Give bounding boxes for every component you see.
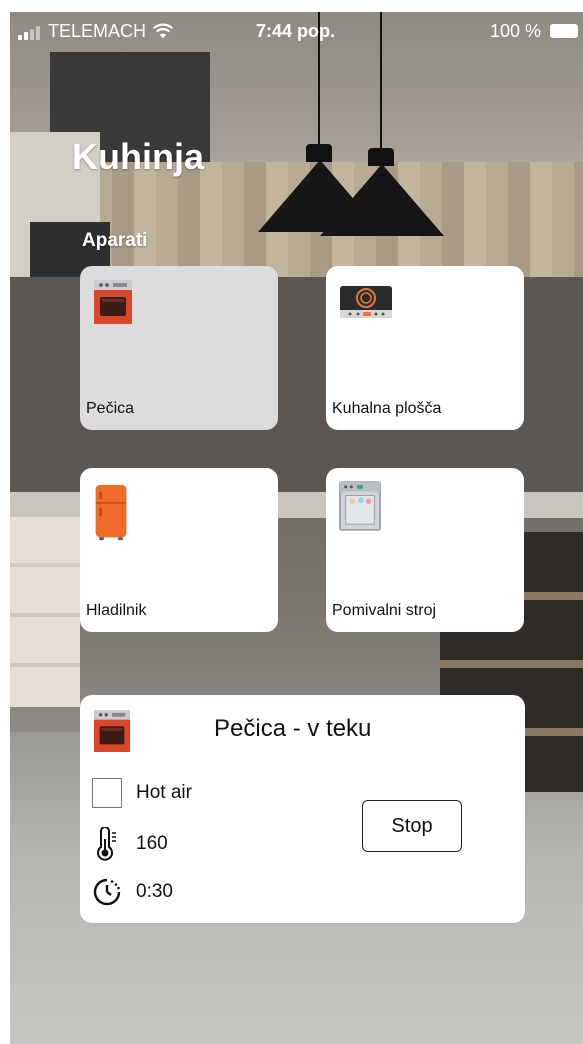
page-title: Kuhinja (72, 136, 204, 177)
appliance-tile-fridge[interactable]: Hladilnik (80, 468, 278, 632)
signal-icon (18, 26, 40, 40)
dishwasher-icon (339, 481, 381, 531)
tile-label: Pomivalni stroj (332, 602, 437, 619)
hot-air-checkbox[interactable] (92, 778, 122, 808)
carrier-name: TELEMACH (48, 21, 147, 41)
wifi-icon (153, 23, 173, 39)
tile-label: Hladilnik (86, 602, 147, 619)
timer-icon (93, 878, 121, 906)
thermometer-icon (97, 827, 116, 861)
screen: TELEMACH 7:44 pop. 100 % Kuhinja Aparati… (10, 12, 583, 1044)
duration-row: 0:30 (92, 877, 173, 907)
oven-icon (94, 280, 132, 324)
stop-button[interactable]: Stop (362, 800, 462, 852)
battery-percentage: 100 % (490, 21, 542, 41)
temperature-row: 160 (92, 827, 168, 861)
appliance-tile-dishwasher[interactable]: Pomivalni stroj (326, 468, 524, 632)
section-title: Aparati (82, 230, 148, 251)
mode-label: Hot air (136, 782, 192, 803)
battery-icon (550, 24, 578, 38)
tile-label: Pečica (86, 400, 135, 417)
active-program-card: Pečica - v teku Hot air 160 0:30 Stop (80, 695, 525, 923)
mode-row: Hot air (92, 778, 192, 808)
program-title: Pečica - v teku (214, 715, 372, 742)
temperature-value: 160 (136, 833, 168, 854)
background-lower-cabinet (10, 517, 80, 707)
appliance-tile-oven[interactable]: Pečica (80, 266, 278, 430)
status-bar: TELEMACH 7:44 pop. 100 % (10, 12, 583, 52)
fridge-icon (95, 484, 127, 541)
background-wood-wall (90, 162, 583, 277)
tile-label: Kuhalna plošča (332, 400, 442, 417)
duration-value: 0:30 (136, 881, 173, 902)
clock: 7:44 pop. (256, 21, 336, 41)
oven-icon (93, 710, 131, 752)
appliance-tile-cooktop[interactable]: Kuhalna plošča (326, 266, 524, 430)
cooktop-icon (340, 286, 392, 318)
